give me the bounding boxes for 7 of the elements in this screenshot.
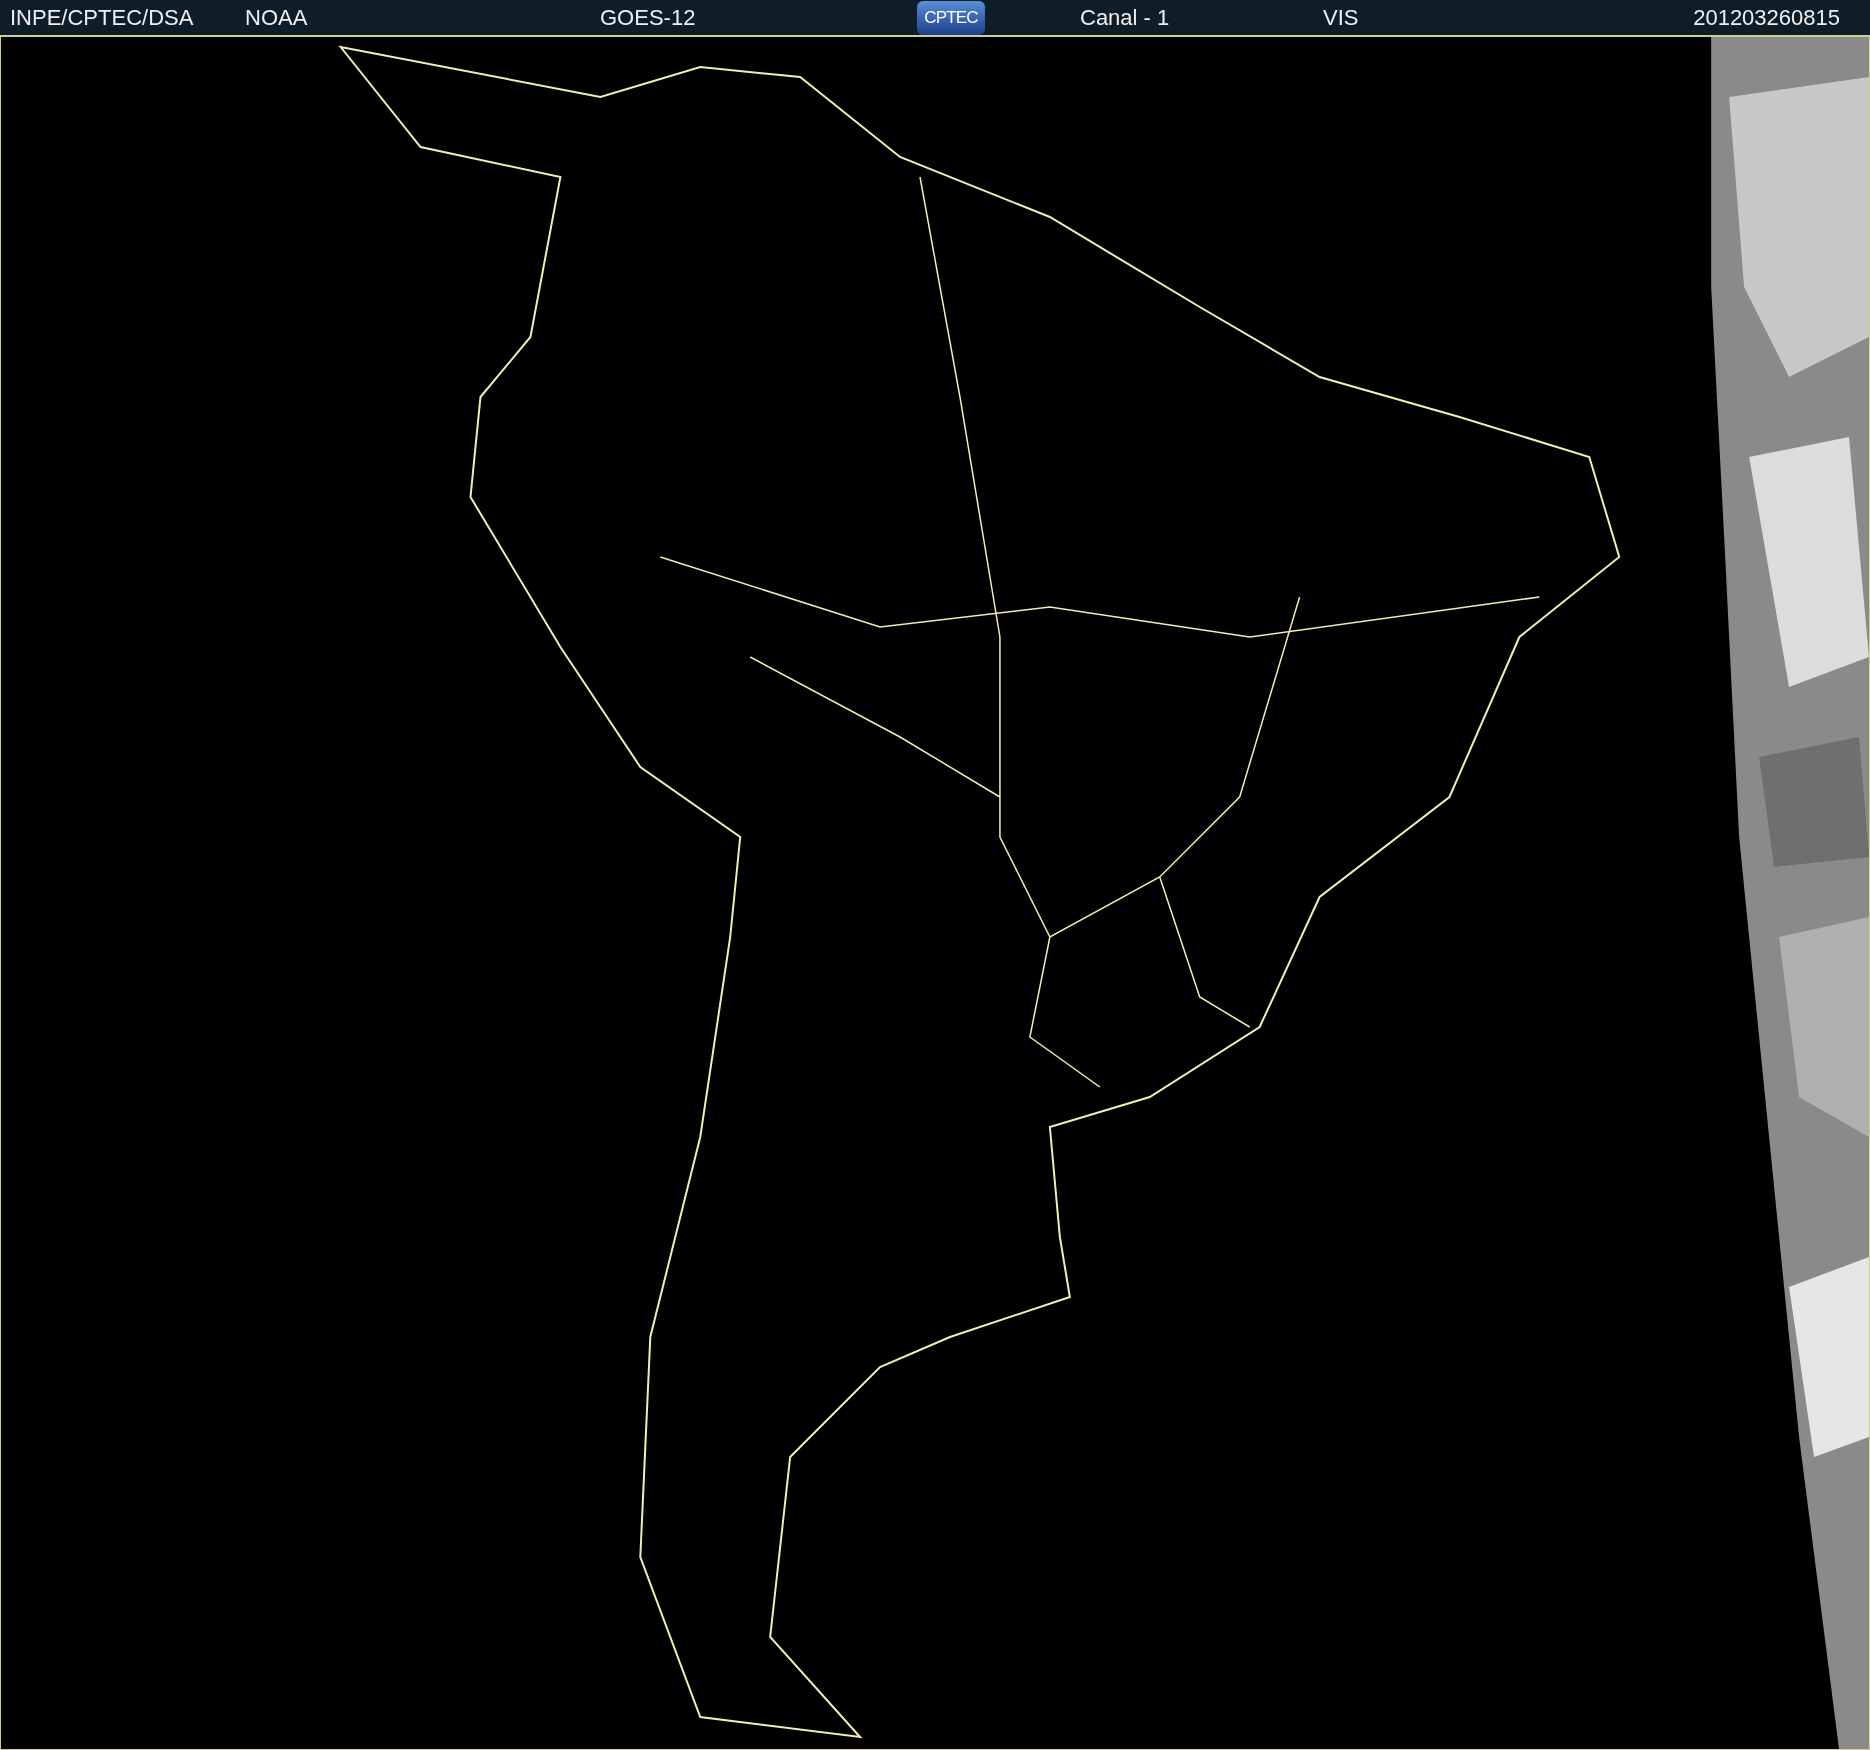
institution-label: INPE/CPTEC/DSA [10, 6, 195, 29]
timestamp-label: 201203260815 [1693, 6, 1840, 29]
logo: CPTEC [917, 0, 985, 35]
satellite-label: GOES-12 [600, 6, 697, 29]
agency-label: NOAA [245, 6, 309, 29]
band-label: VIS [1323, 6, 1359, 29]
channel-label: Canal - 1 [1080, 6, 1171, 29]
